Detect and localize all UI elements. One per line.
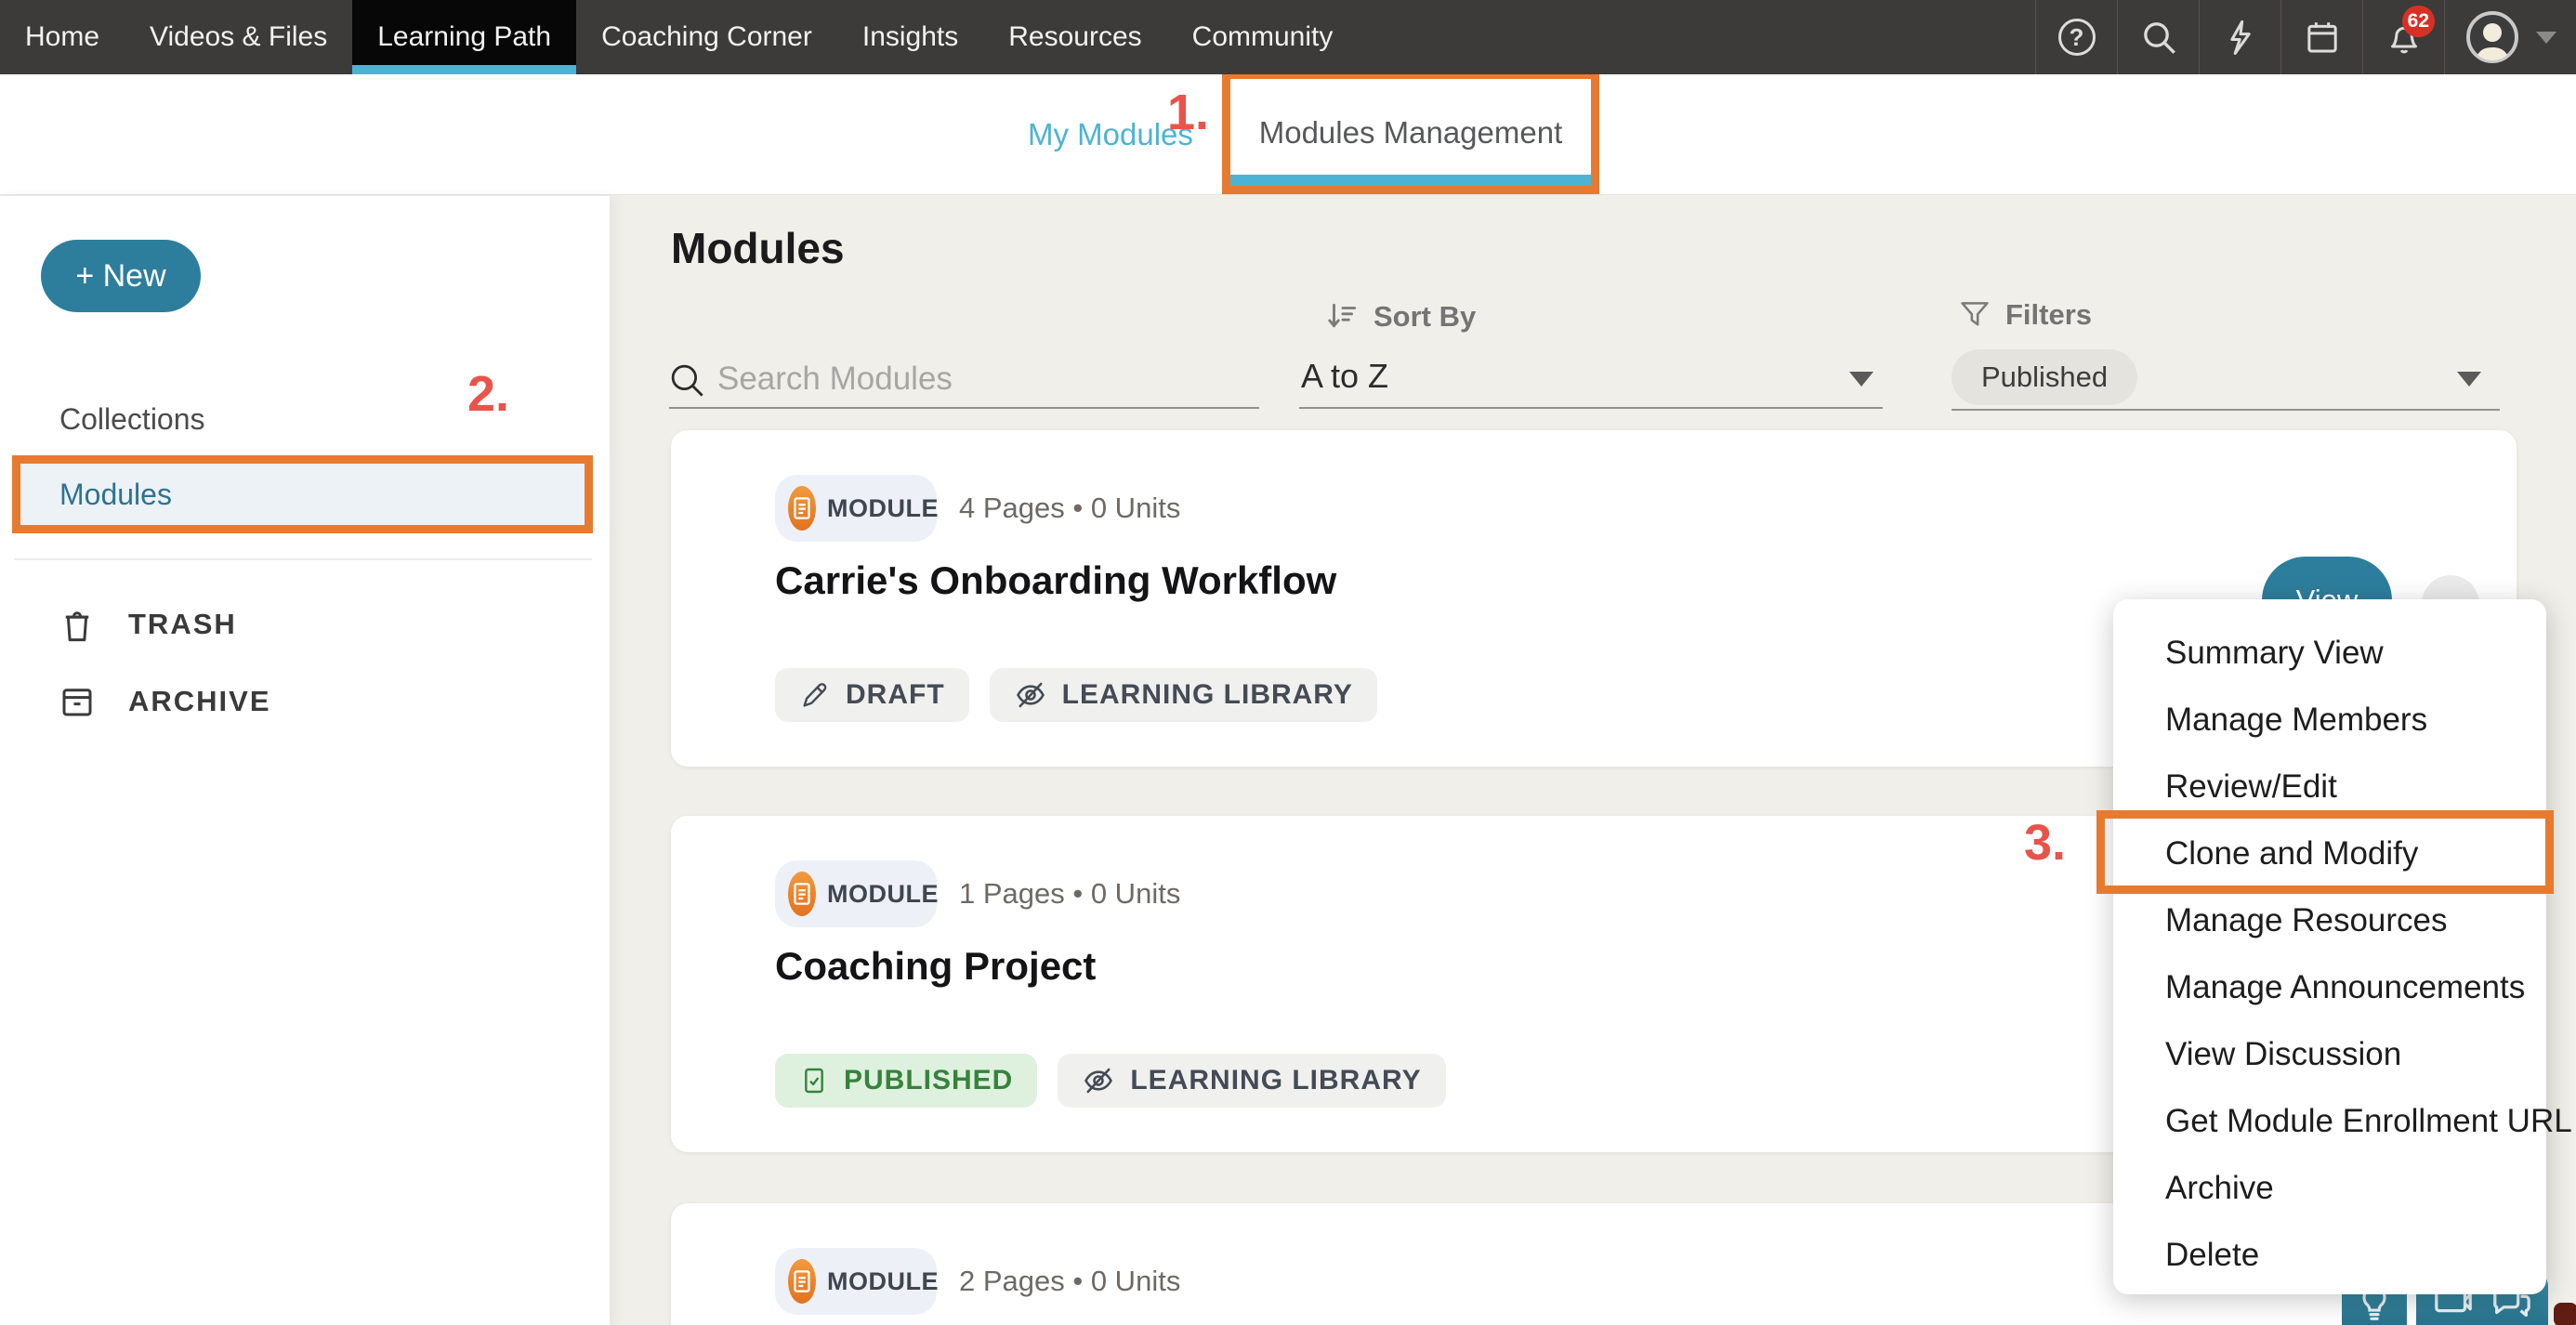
filters-label: Filters xyxy=(2005,298,2092,332)
page: Home Videos & Files Learning Path Coachi… xyxy=(0,0,2576,1325)
doc-check-icon xyxy=(799,1066,829,1095)
chevron-down-icon xyxy=(2536,32,2556,44)
search-input[interactable] xyxy=(717,353,1238,405)
module-doc-icon xyxy=(788,872,816,916)
sidebar-item-archive[interactable]: ARCHIVE xyxy=(58,682,271,721)
sort-by-label-group: Sort By xyxy=(1325,299,1476,335)
module-title[interactable]: Coaching Project xyxy=(775,944,1096,989)
sort-caret-icon[interactable] xyxy=(1849,372,1873,387)
module-type-badge: MODULE xyxy=(775,1248,937,1315)
sidebar-item-modules[interactable]: Modules xyxy=(20,464,585,525)
module-badge-label: MODULE xyxy=(827,1267,939,1296)
module-badge-label: MODULE xyxy=(827,880,939,909)
menu-item-manage-resources[interactable]: Manage Resources xyxy=(2113,887,2546,954)
module-context-menu: Summary View Manage Members Review/Edit … xyxy=(2113,599,2546,1294)
menu-item-delete[interactable]: Delete xyxy=(2113,1222,2546,1289)
annotation-step2: 2. xyxy=(467,365,509,423)
sidebar-item-trash[interactable]: TRASH xyxy=(58,605,237,644)
help-icon xyxy=(2058,19,2096,56)
sidebar-item-modules-label: Modules xyxy=(59,478,172,512)
notification-badge: 62 xyxy=(2402,6,2435,37)
module-doc-icon xyxy=(788,486,816,531)
notifications-button[interactable]: 62 xyxy=(2362,0,2444,74)
top-nav: Home Videos & Files Learning Path Coachi… xyxy=(0,0,2576,74)
trash-icon xyxy=(58,605,97,644)
archive-icon xyxy=(58,682,97,721)
new-button[interactable]: + New xyxy=(41,240,201,312)
filter-chip-published[interactable]: Published xyxy=(1952,349,2137,405)
module-meta: 1 Pages • 0 Units xyxy=(959,860,1180,927)
active-tab-underline xyxy=(1230,175,1591,186)
module-title[interactable]: Carrie's Onboarding Workflow xyxy=(775,558,1336,603)
nav-item-home[interactable]: Home xyxy=(0,0,125,74)
status-badge-label: DRAFT xyxy=(846,679,945,711)
nav-item-learning-path[interactable]: Learning Path xyxy=(352,0,576,74)
sort-underline xyxy=(1299,407,1883,409)
search-input-icon xyxy=(667,361,706,400)
sidebar-item-trash-label: TRASH xyxy=(128,608,237,641)
tab-modules-management[interactable]: Modules Management xyxy=(1230,79,1591,186)
module-tags: PUBLISHED LEARNING LIBRARY xyxy=(775,1054,1446,1108)
module-meta: 2 Pages • 0 Units xyxy=(959,1248,1180,1315)
avatar xyxy=(2465,10,2519,64)
calendar-icon xyxy=(2304,19,2341,56)
eye-slash-icon xyxy=(1014,678,1047,712)
sidebar-item-archive-label: ARCHIVE xyxy=(128,685,271,718)
corner-widget[interactable] xyxy=(2554,1303,2576,1325)
learning-library-badge: LEARNING LIBRARY xyxy=(1058,1054,1445,1108)
annotation-step1: 1. xyxy=(1167,84,1209,141)
calendar-button[interactable] xyxy=(2280,0,2362,74)
module-badge-label: MODULE xyxy=(827,494,939,523)
menu-item-summary-view[interactable]: Summary View xyxy=(2113,620,2546,687)
sidebar: + New Collections Modules 2. TRASH ARCHI… xyxy=(0,196,610,1325)
sort-icon xyxy=(1325,299,1360,335)
sort-dropdown[interactable]: A to Z xyxy=(1301,357,1388,396)
nav-item-community[interactable]: Community xyxy=(1167,0,1359,74)
sidebar-item-collections[interactable]: Collections xyxy=(59,402,205,437)
annotation-step3: 3. xyxy=(2024,814,2066,872)
status-badge-published: PUBLISHED xyxy=(775,1054,1037,1108)
nav-item-insights[interactable]: Insights xyxy=(837,0,983,74)
sidebar-divider xyxy=(14,558,592,560)
nav-icon-cluster: 62 xyxy=(2035,0,2576,74)
sort-by-label: Sort By xyxy=(1373,300,1476,334)
sub-nav: My Modules Modules Management xyxy=(0,74,2576,195)
filters-label-group: Filters xyxy=(1957,297,2092,333)
menu-item-archive[interactable]: Archive xyxy=(2113,1155,2546,1222)
module-type-badge: MODULE xyxy=(775,475,937,542)
menu-item-manage-announcements[interactable]: Manage Announcements xyxy=(2113,954,2546,1021)
learning-library-label: LEARNING LIBRARY xyxy=(1062,679,1353,711)
account-menu[interactable] xyxy=(2444,0,2576,74)
pencil-icon xyxy=(799,679,831,711)
annotation-box-step2: Modules xyxy=(12,455,593,533)
status-badge-label: PUBLISHED xyxy=(844,1065,1013,1096)
menu-item-manage-members[interactable]: Manage Members xyxy=(2113,687,2546,754)
module-type-badge: MODULE xyxy=(775,860,937,927)
help-button[interactable] xyxy=(2035,0,2117,74)
menu-item-review-edit[interactable]: Review/Edit xyxy=(2113,754,2546,820)
nav-item-coaching-corner[interactable]: Coaching Corner xyxy=(576,0,837,74)
learning-library-label: LEARNING LIBRARY xyxy=(1130,1065,1421,1096)
nav-item-resources[interactable]: Resources xyxy=(983,0,1166,74)
learning-library-badge: LEARNING LIBRARY xyxy=(990,668,1377,722)
menu-item-view-discussion[interactable]: View Discussion xyxy=(2113,1021,2546,1088)
eye-slash-icon xyxy=(1082,1064,1115,1097)
filter-underline xyxy=(1952,409,2500,411)
filter-caret-icon[interactable] xyxy=(2457,372,2481,387)
status-badge-draft: DRAFT xyxy=(775,668,969,722)
lightning-icon xyxy=(2222,19,2259,56)
nav-item-videos-files[interactable]: Videos & Files xyxy=(125,0,352,74)
menu-item-get-module-enrollment-url[interactable]: Get Module Enrollment URL xyxy=(2113,1088,2546,1155)
menu-item-clone-and-modify[interactable]: Clone and Modify xyxy=(2113,820,2546,887)
page-title: Modules xyxy=(671,223,845,273)
module-doc-icon xyxy=(788,1259,816,1304)
activity-button[interactable] xyxy=(2199,0,2280,74)
filter-icon xyxy=(1957,297,1992,333)
search-icon xyxy=(2140,19,2177,56)
search-button[interactable] xyxy=(2117,0,2199,74)
annotation-box-step1: Modules Management xyxy=(1222,71,1599,194)
module-meta: 4 Pages • 0 Units xyxy=(959,475,1180,542)
module-tags: DRAFT LEARNING LIBRARY xyxy=(775,668,1377,722)
search-underline xyxy=(669,407,1259,409)
